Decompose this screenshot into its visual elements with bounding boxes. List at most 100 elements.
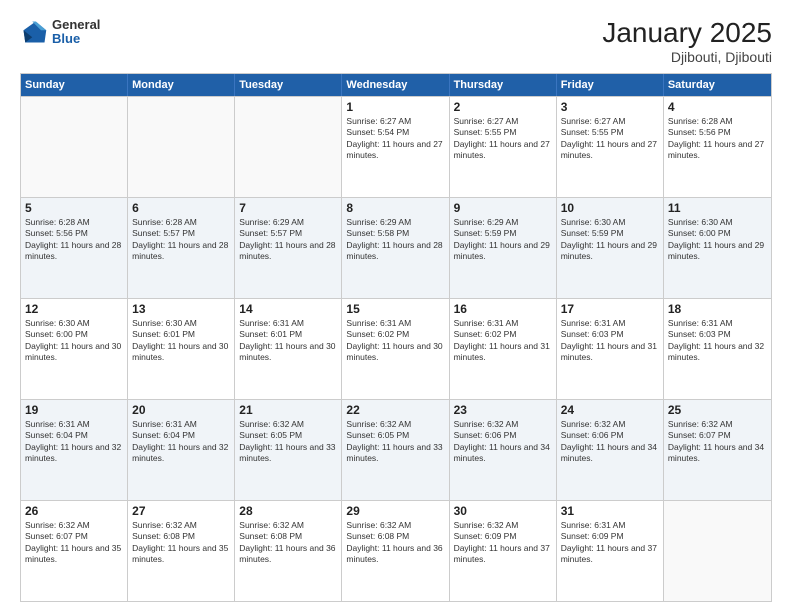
cell-sun-info: Sunrise: 6:27 AM Sunset: 5:55 PM Dayligh… [561, 116, 659, 162]
calendar-cell: 24 Sunrise: 6:32 AM Sunset: 6:06 PM Dayli… [557, 400, 664, 500]
calendar-week: 5Sunrise: 6:28 AM Sunset: 5:56 PM Daylig… [21, 197, 771, 298]
cell-day-number: 5 [25, 201, 123, 215]
cell-sun-info: Sunrise: 6:31 AM Sunset: 6:01 PM Dayligh… [239, 318, 337, 364]
calendar-cell: 19Sunrise: 6:31 AM Sunset: 6:04 PM Dayli… [21, 400, 128, 500]
calendar-cell: 29 Sunrise: 6:32 AM Sunset: 6:08 PM Dayli… [342, 501, 449, 601]
cell-day-number: 27 [132, 504, 230, 518]
cell-sun-info: Sunrise: 6:31 AM Sunset: 6:02 PM Dayligh… [454, 318, 552, 364]
calendar-week: 19 Sunrise: 6:31 AM Sunset: 6:04 PM Dayli… [21, 399, 771, 500]
calendar-cell: 13 Sunrise: 6:30 AM Sunset: 6:01 PM Dayli… [128, 299, 235, 399]
cell-sun-info: Sunrise: 6:29 AM Sunset: 5:58 PM Dayligh… [346, 217, 444, 263]
cell-sun-info: Sunrise: 6:27 AM Sunset: 5:55 PM Dayligh… [454, 116, 552, 162]
cell-day-number: 1 [346, 100, 444, 114]
logo-general: General [52, 18, 100, 32]
main-title: January 2025 [602, 18, 772, 49]
cell-day-number: 29 [346, 504, 444, 518]
cell-day-number: 10 [561, 201, 659, 215]
cell-sun-info: Sunrise: 6:30 AM Sunset: 6:00 PM Dayligh… [25, 318, 123, 364]
calendar: SundayMondayTuesdayWednesdayThursdayFrid… [20, 73, 772, 602]
calendar-cell: 10 Sunrise: 6:30 AM Sunset: 5:59 PM Dayli… [557, 198, 664, 298]
calendar-header-cell: Saturday [664, 74, 771, 96]
cell-sun-info: Sunrise: 6:32 AM Sunset: 6:09 PM Dayligh… [454, 520, 552, 566]
cell-sun-info: Sunrise: 6:27 AM Sunset: 5:54 PM Dayligh… [346, 116, 444, 162]
cell-day-number: 6 [132, 201, 230, 215]
cell-day-number: 8 [346, 201, 444, 215]
cell-day-number: 17 [561, 302, 659, 316]
calendar-cell: 26 Sunrise: 6:32 AM Sunset: 6:07 PM Dayli… [21, 501, 128, 601]
logo: General Blue [20, 18, 100, 47]
cell-sun-info: Sunrise: 6:32 AM Sunset: 6:08 PM Dayligh… [239, 520, 337, 566]
calendar-cell: 8 Sunrise: 6:29 AM Sunset: 5:58 PM Daylig… [342, 198, 449, 298]
calendar-header-cell: Sunday [21, 74, 128, 96]
cell-sun-info: Sunrise: 6:31 AM Sunset: 6:04 PM Dayligh… [132, 419, 230, 465]
cell-day-number: 14 [239, 302, 337, 316]
cell-sun-info: Sunrise: 6:32 AM Sunset: 6:08 PM Dayligh… [346, 520, 444, 566]
logo-blue: Blue [52, 32, 100, 46]
cell-sun-info: Sunrise: 6:28 AM Sunset: 5:57 PM Dayligh… [132, 217, 230, 263]
cell-sun-info: Sunrise: 6:30 AM Sunset: 6:01 PM Dayligh… [132, 318, 230, 364]
calendar-cell: 3 Sunrise: 6:27 AM Sunset: 5:55 PM Daylig… [557, 97, 664, 197]
cell-sun-info: Sunrise: 6:32 AM Sunset: 6:07 PM Dayligh… [25, 520, 123, 566]
calendar-cell: 14 Sunrise: 6:31 AM Sunset: 6:01 PM Dayli… [235, 299, 342, 399]
calendar-header-cell: Friday [557, 74, 664, 96]
cell-sun-info: Sunrise: 6:32 AM Sunset: 6:05 PM Dayligh… [346, 419, 444, 465]
cell-day-number: 28 [239, 504, 337, 518]
calendar-header: SundayMondayTuesdayWednesdayThursdayFrid… [21, 74, 771, 96]
sub-title: Djibouti, Djibouti [602, 49, 772, 65]
calendar-cell: 28 Sunrise: 6:32 AM Sunset: 6:08 PM Dayli… [235, 501, 342, 601]
cell-day-number: 24 [561, 403, 659, 417]
calendar-cell: 16 Sunrise: 6:31 AM Sunset: 6:02 PM Dayli… [450, 299, 557, 399]
cell-sun-info: Sunrise: 6:30 AM Sunset: 5:59 PM Dayligh… [561, 217, 659, 263]
cell-day-number: 3 [561, 100, 659, 114]
calendar-header-cell: Wednesday [342, 74, 449, 96]
calendar-cell: 1 Sunrise: 6:27 AM Sunset: 5:54 PM Daylig… [342, 97, 449, 197]
calendar-cell: 30 Sunrise: 6:32 AM Sunset: 6:09 PM Dayli… [450, 501, 557, 601]
cell-day-number: 12 [25, 302, 123, 316]
calendar-cell: 4 Sunrise: 6:28 AM Sunset: 5:56 PM Daylig… [664, 97, 771, 197]
cell-day-number: 2 [454, 100, 552, 114]
cell-day-number: 21 [239, 403, 337, 417]
calendar-week: 26 Sunrise: 6:32 AM Sunset: 6:07 PM Dayli… [21, 500, 771, 601]
logo-icon [20, 18, 48, 46]
calendar-cell: 17Sunrise: 6:31 AM Sunset: 6:03 PM Dayli… [557, 299, 664, 399]
header: General Blue January 2025 Djibouti, Djib… [20, 18, 772, 65]
calendar-cell: 25 Sunrise: 6:32 AM Sunset: 6:07 PM Dayli… [664, 400, 771, 500]
calendar-cell: 9Sunrise: 6:29 AM Sunset: 5:59 PM Daylig… [450, 198, 557, 298]
cell-sun-info: Sunrise: 6:29 AM Sunset: 5:57 PM Dayligh… [239, 217, 337, 263]
cell-day-number: 22 [346, 403, 444, 417]
cell-day-number: 11 [668, 201, 767, 215]
calendar-header-cell: Tuesday [235, 74, 342, 96]
cell-day-number: 19 [25, 403, 123, 417]
cell-day-number: 18 [668, 302, 767, 316]
cell-day-number: 26 [25, 504, 123, 518]
cell-day-number: 16 [454, 302, 552, 316]
calendar-cell [21, 97, 128, 197]
calendar-header-cell: Thursday [450, 74, 557, 96]
cell-sun-info: Sunrise: 6:28 AM Sunset: 5:56 PM Dayligh… [668, 116, 767, 162]
cell-day-number: 25 [668, 403, 767, 417]
cell-sun-info: Sunrise: 6:31 AM Sunset: 6:03 PM Dayligh… [668, 318, 767, 364]
cell-sun-info: Sunrise: 6:32 AM Sunset: 6:06 PM Dayligh… [561, 419, 659, 465]
calendar-cell [235, 97, 342, 197]
calendar-cell: 21Sunrise: 6:32 AM Sunset: 6:05 PM Dayli… [235, 400, 342, 500]
cell-sun-info: Sunrise: 6:32 AM Sunset: 6:07 PM Dayligh… [668, 419, 767, 465]
cell-sun-info: Sunrise: 6:32 AM Sunset: 6:08 PM Dayligh… [132, 520, 230, 566]
cell-day-number: 30 [454, 504, 552, 518]
calendar-cell: 23Sunrise: 6:32 AM Sunset: 6:06 PM Dayli… [450, 400, 557, 500]
cell-sun-info: Sunrise: 6:31 AM Sunset: 6:09 PM Dayligh… [561, 520, 659, 566]
calendar-cell: 5Sunrise: 6:28 AM Sunset: 5:56 PM Daylig… [21, 198, 128, 298]
calendar-cell [664, 501, 771, 601]
cell-day-number: 13 [132, 302, 230, 316]
cell-sun-info: Sunrise: 6:31 AM Sunset: 6:02 PM Dayligh… [346, 318, 444, 364]
calendar-body: 1 Sunrise: 6:27 AM Sunset: 5:54 PM Daylig… [21, 96, 771, 601]
calendar-header-cell: Monday [128, 74, 235, 96]
cell-sun-info: Sunrise: 6:30 AM Sunset: 6:00 PM Dayligh… [668, 217, 767, 263]
calendar-cell: 20 Sunrise: 6:31 AM Sunset: 6:04 PM Dayli… [128, 400, 235, 500]
cell-day-number: 20 [132, 403, 230, 417]
cell-sun-info: Sunrise: 6:32 AM Sunset: 6:06 PM Dayligh… [454, 419, 552, 465]
calendar-cell [128, 97, 235, 197]
cell-day-number: 4 [668, 100, 767, 114]
calendar-cell: 27 Sunrise: 6:32 AM Sunset: 6:08 PM Dayli… [128, 501, 235, 601]
logo-text: General Blue [52, 18, 100, 47]
calendar-week: 12 Sunrise: 6:30 AM Sunset: 6:00 PM Dayli… [21, 298, 771, 399]
